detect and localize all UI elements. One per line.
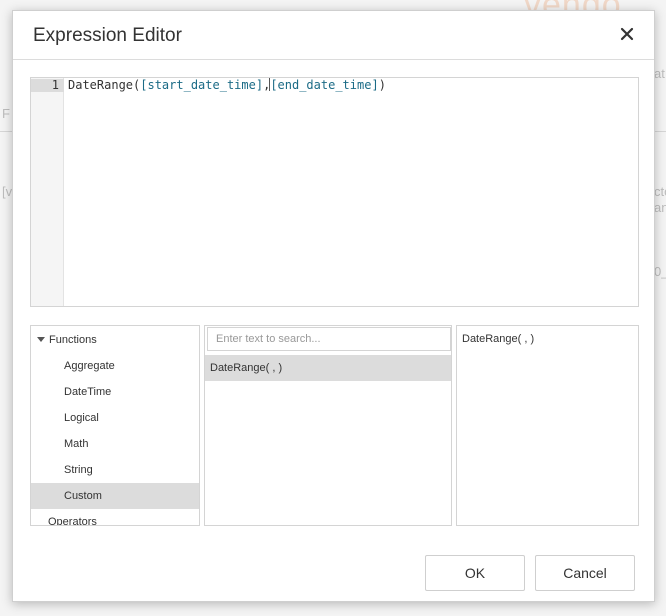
background-divider [655,131,666,132]
tree-item-functions[interactable]: Functions [31,327,199,353]
line-number: 1 [51,78,59,92]
expression-code-editor[interactable]: 1 DateRange([start_date_time],[end_date_… [30,77,639,307]
dialog-title: Expression Editor [33,25,182,46]
expression-editor-dialog: Expression Editor 1 DateRange([start_dat… [12,10,655,602]
ok-button[interactable]: OK [425,555,525,591]
tree-item-custom[interactable]: Custom [31,483,199,509]
search-input[interactable] [207,327,451,351]
tree-item-label: Aggregate [64,360,115,372]
code-function: DateRange( [68,78,141,92]
close-icon [620,27,634,41]
tree-item-label: Operators [48,516,97,526]
tree-item-label: Functions [49,334,97,346]
background-text: [v [2,184,13,199]
tree-item-logical[interactable]: Logical [31,405,199,431]
code-field-end: [end_date_time] [270,78,379,92]
function-description: DateRange( , ) [462,333,535,345]
background-text: cto [654,184,666,199]
dialog-title-bar: Expression Editor [13,11,654,60]
tree-item-label: String [64,464,93,476]
tree-item-string[interactable]: String [31,457,199,483]
code-line[interactable]: DateRange([start_date_time],[end_date_ti… [68,78,386,93]
tree-item-datetime[interactable]: DateTime [31,379,199,405]
chevron-down-icon[interactable] [37,337,45,342]
tree-item-label: DateTime [64,386,112,398]
close-button[interactable] [616,23,638,45]
background-text: an [654,200,666,215]
background-text: F [2,106,10,121]
tree-item-math[interactable]: Math [31,431,199,457]
list-item-daterange[interactable]: DateRange( , ) [205,355,451,381]
function-list-panel: DateRange( , ) [204,325,452,526]
tree-item-label: Logical [64,412,99,424]
background-text: 0_ [654,264,666,279]
background-divider [0,131,12,132]
category-tree: Functions Aggregate DateTime Logical Mat… [30,325,200,526]
tree-item-operators[interactable]: Operators [31,509,199,526]
code-close-paren: ) [378,78,386,92]
cancel-button[interactable]: Cancel [535,555,635,591]
background-text: at [654,66,665,81]
line-number-gutter: 1 [31,78,64,306]
tree-item-label: Custom [64,490,102,502]
tree-item-label: Math [64,438,89,450]
function-description-panel: DateRange( , ) [456,325,639,526]
code-field-start: [start_date_time] [140,78,264,92]
tree-item-aggregate[interactable]: Aggregate [31,353,199,379]
